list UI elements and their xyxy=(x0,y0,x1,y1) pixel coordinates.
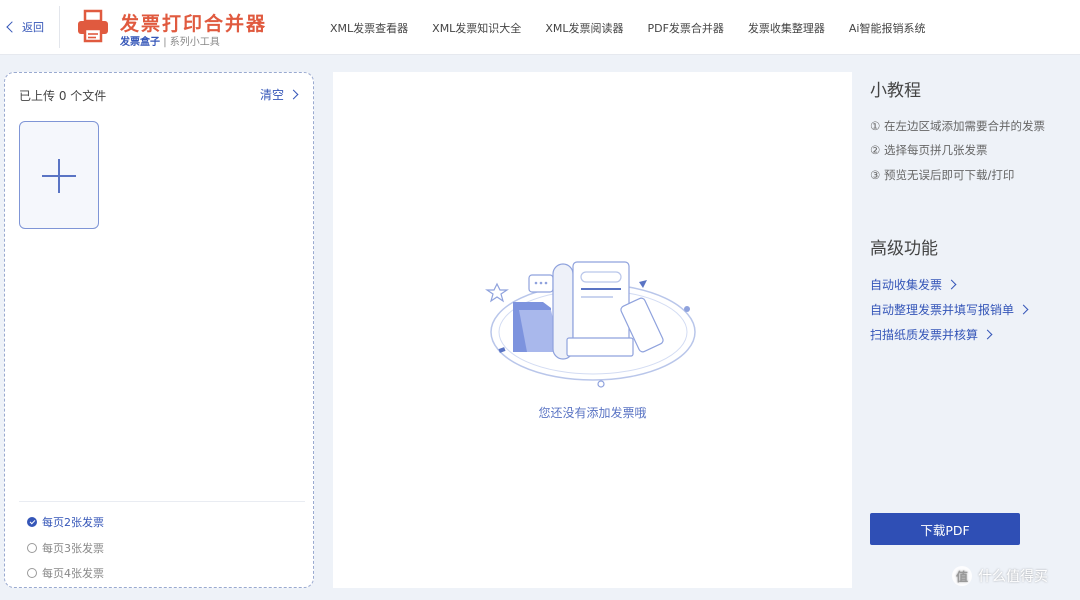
link-auto-organize[interactable]: 自动整理发票并填写报销单 xyxy=(870,301,1029,318)
option-label: 每页3张发票 xyxy=(42,542,104,555)
chevron-right-icon xyxy=(946,279,957,290)
radio-checked-icon xyxy=(27,517,37,527)
tutorial-title: 小教程 xyxy=(870,81,921,101)
chevron-right-icon xyxy=(288,89,299,100)
link-label: 自动收集发票 xyxy=(870,278,943,292)
empty-invoice-illustration xyxy=(485,261,696,388)
link-auto-collect[interactable]: 自动收集发票 xyxy=(870,276,957,293)
option-2-per-page[interactable]: 每页2张发票 xyxy=(27,514,104,530)
option-label: 每页4张发票 xyxy=(42,567,104,580)
brand-subtitle: 发票盒子 | 系列小工具 xyxy=(120,33,220,48)
chevron-right-icon xyxy=(1018,304,1029,315)
option-label: 每页2张发票 xyxy=(42,516,104,529)
link-label: 扫描纸质发票并核算 xyxy=(870,328,979,342)
nav-invoice-collector[interactable]: 发票收集整理器 xyxy=(736,20,837,36)
tutorial-step: ③ 预览无误后即可下载/打印 xyxy=(870,168,1015,182)
tutorial-step: ② 选择每页拼几张发票 xyxy=(870,143,988,157)
upload-count: 已上传 0 个文件 xyxy=(19,89,107,103)
chevron-right-icon xyxy=(982,329,993,340)
radio-icon xyxy=(27,543,37,553)
advanced-title: 高级功能 xyxy=(870,239,938,259)
header-divider xyxy=(59,6,60,48)
top-header: 返回 发票打印合并器 发票盒子 | 系列小工具 XML发票查看器 XML发票知识… xyxy=(0,0,1080,55)
option-3-per-page[interactable]: 每页3张发票 xyxy=(27,540,104,556)
link-label: 自动整理发票并填写报销单 xyxy=(870,303,1015,317)
link-scan-paper[interactable]: 扫描纸质发票并核算 xyxy=(870,326,993,343)
back-button[interactable]: 返回 xyxy=(6,19,44,35)
download-pdf-button[interactable]: 下载PDF xyxy=(870,513,1020,545)
clear-label: 清空 xyxy=(259,88,284,102)
plus-icon-vertical xyxy=(58,159,60,193)
nav-xml-viewer[interactable]: XML发票查看器 xyxy=(318,20,420,36)
empty-state-text: 您还没有添加发票哦 xyxy=(538,406,647,420)
tutorial-step: ① 在左边区域添加需要合并的发票 xyxy=(870,119,1045,133)
nav-ai-reimbursement[interactable]: Ai智能报销系统 xyxy=(837,20,938,36)
upload-panel: 已上传 0 个文件 清空 每页2张发票 每页3张发票 每页4张发票 xyxy=(4,72,314,588)
add-file-button[interactable] xyxy=(19,121,99,229)
chevron-left-icon xyxy=(6,21,18,33)
nav-pdf-merger[interactable]: PDF发票合并器 xyxy=(635,20,735,36)
clear-button[interactable]: 清空 xyxy=(259,86,299,103)
option-4-per-page[interactable]: 每页4张发票 xyxy=(27,565,104,581)
top-nav: XML发票查看器 XML发票知识大全 XML发票阅读器 PDF发票合并器 发票收… xyxy=(318,20,938,36)
brand-sub-strong: 发票盒子 xyxy=(120,37,160,48)
brand-sub-rest: 系列小工具 xyxy=(169,37,220,48)
radio-icon xyxy=(27,568,37,578)
watermark-text: 什么值得买 xyxy=(978,569,1048,585)
watermark-logo-icon: 值 xyxy=(952,566,972,586)
nav-xml-knowledge[interactable]: XML发票知识大全 xyxy=(420,20,533,36)
preview-area: 您还没有添加发票哦 xyxy=(333,72,852,588)
back-label: 返回 xyxy=(22,21,44,34)
options-divider xyxy=(19,501,305,502)
brand-sub-separator: | xyxy=(163,37,167,48)
brand-title: 发票打印合并器 xyxy=(120,13,268,35)
nav-xml-reader[interactable]: XML发票阅读器 xyxy=(533,20,635,36)
watermark: 值 什么值得买 xyxy=(952,566,1048,586)
printer-logo-icon xyxy=(78,9,108,43)
